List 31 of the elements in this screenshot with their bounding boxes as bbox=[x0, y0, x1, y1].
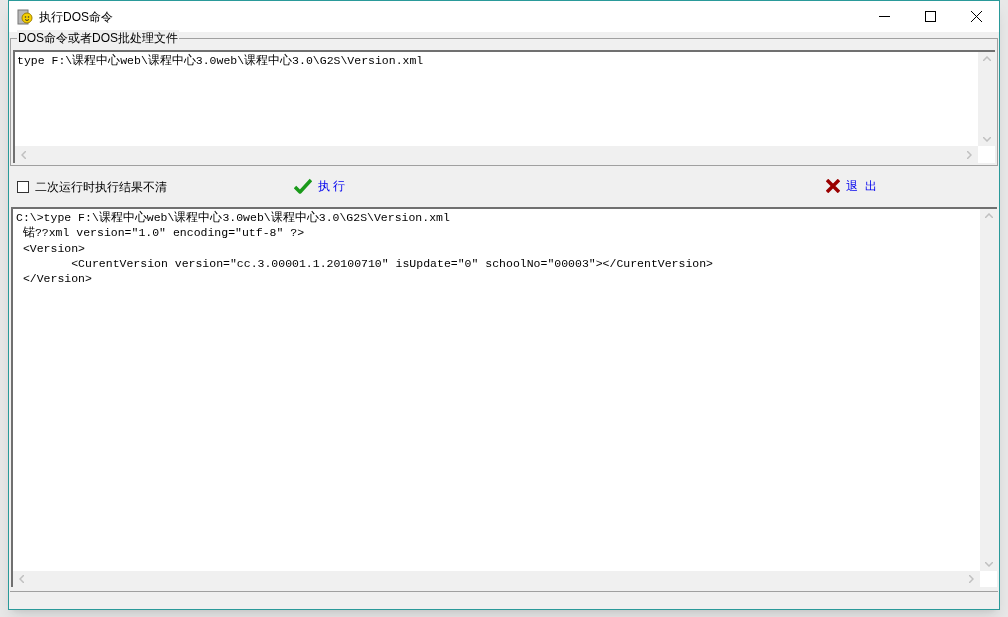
vertical-scrollbar[interactable] bbox=[978, 52, 995, 146]
minimize-icon bbox=[878, 16, 890, 17]
scroll-down-icon bbox=[982, 137, 991, 142]
scroll-right-icon bbox=[967, 150, 972, 159]
horizontal-scrollbar[interactable] bbox=[13, 571, 980, 587]
checkbox[interactable] bbox=[17, 180, 29, 193]
output-line: </Version> bbox=[21, 271, 93, 287]
app-icon bbox=[17, 8, 33, 25]
output-line: <Version> bbox=[21, 240, 86, 256]
close-icon bbox=[970, 11, 982, 22]
checkbox-label: 二次运行时执行结果不清 bbox=[35, 178, 167, 196]
checkmark-icon bbox=[294, 178, 312, 194]
maximize-icon bbox=[924, 11, 936, 22]
cross-icon bbox=[826, 179, 840, 193]
exit-button[interactable]: 退 出 bbox=[825, 175, 878, 197]
scroll-left-icon bbox=[21, 150, 26, 159]
output-line: C:\>type F:\课程中心web\课程中心3.0web\课程中心3.0\G2S\Version.xml bbox=[16, 210, 451, 226]
output-line: 锘??xml version="1.0" encoding="utf-8" ?> bbox=[21, 225, 306, 241]
scroll-up-icon bbox=[982, 56, 991, 61]
output-line: <CurentVersion version="cc.3.00001.1.20100710" isUpdate="0" schoolNo="00003"></CurentVersion> bbox=[70, 255, 715, 272]
scroll-up-icon bbox=[984, 213, 993, 218]
scroll-left-icon bbox=[19, 575, 24, 583]
group-label: DOS命令或者DOS批处理文件 bbox=[17, 30, 179, 46]
command-field[interactable]: type F:\课程中心web\课程中心3.0web\课程中心3.0\G2S\Version.xml bbox=[13, 50, 995, 163]
command-text: type F:\课程中心web\课程中心3.0web\课程中心3.0\G2S\Version.xml bbox=[16, 53, 425, 69]
horizontal-scrollbar[interactable] bbox=[15, 146, 978, 163]
window-title: 执行DOS命令 bbox=[39, 8, 113, 26]
scroll-down-icon bbox=[984, 562, 993, 567]
scroll-right-icon bbox=[969, 575, 974, 583]
vertical-scrollbar[interactable] bbox=[980, 209, 997, 571]
run-button[interactable]: 执 行 bbox=[293, 175, 347, 197]
